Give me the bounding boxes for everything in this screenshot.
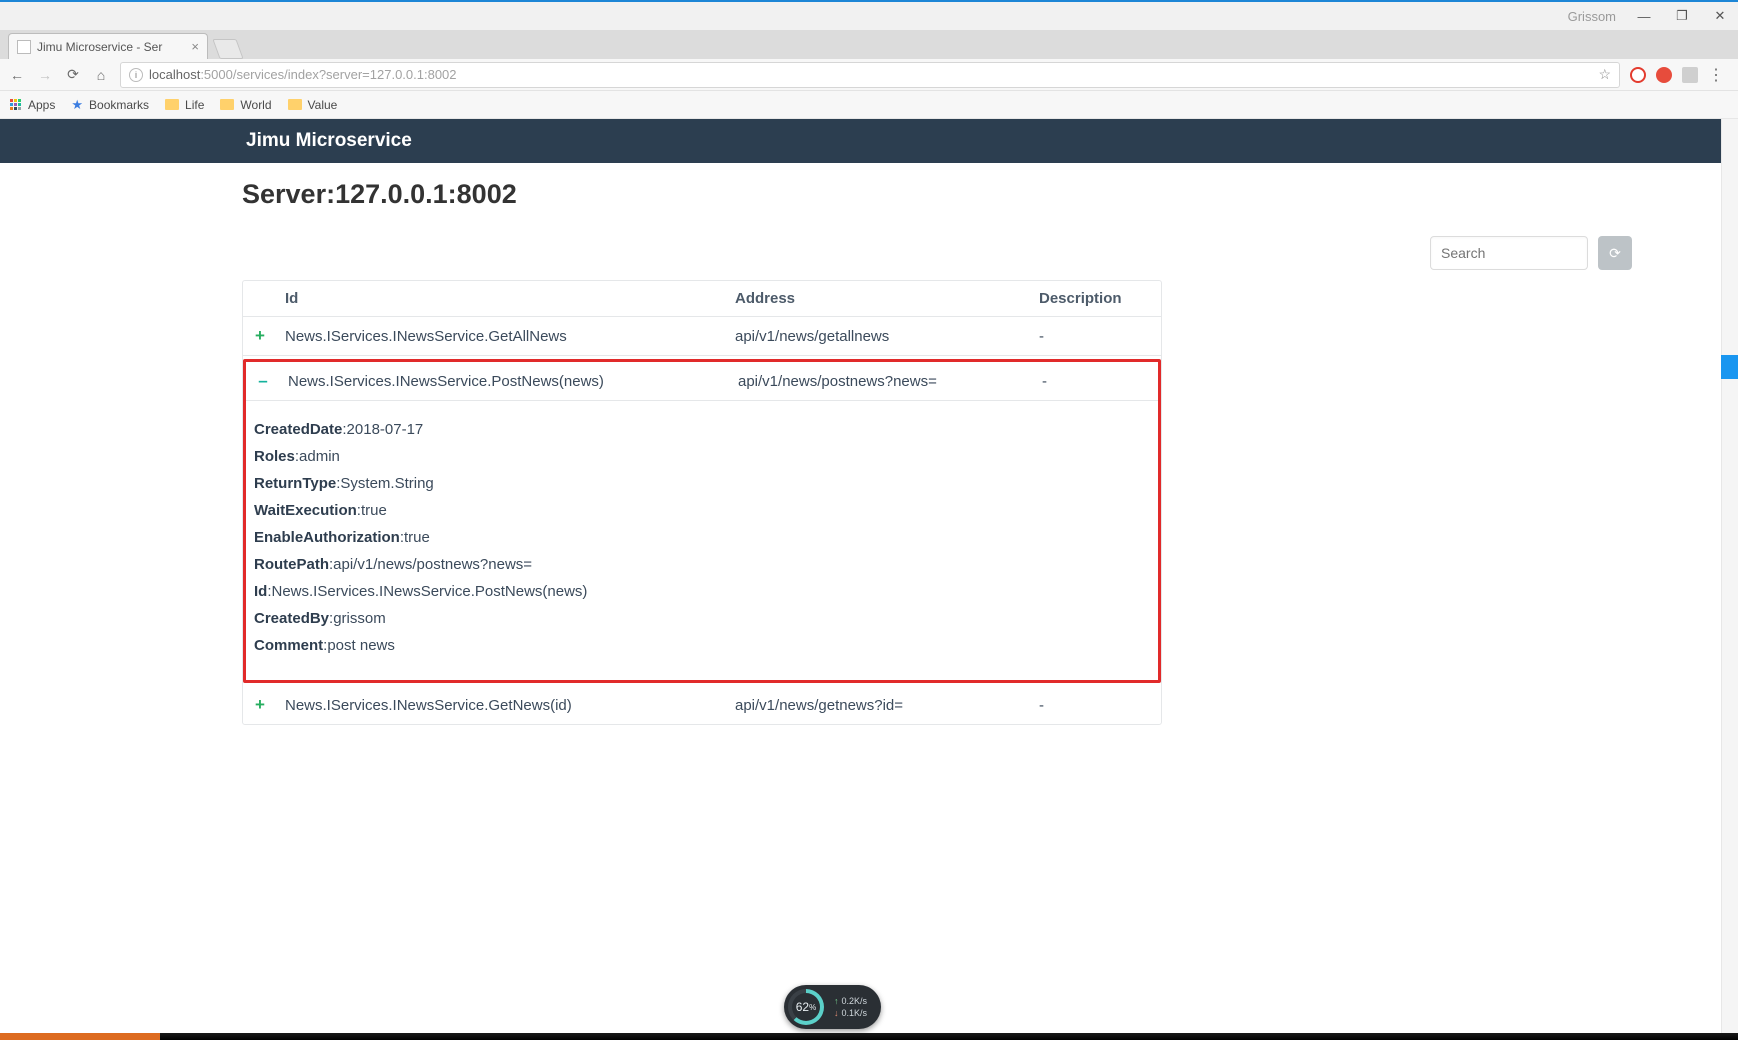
detail-line: EnableAuthorization:true: [254, 529, 1150, 546]
collapse-button[interactable]: –: [246, 362, 280, 400]
expand-button[interactable]: +: [243, 686, 277, 724]
cell-id: News.IServices.INewsService.PostNews(new…: [280, 364, 730, 399]
os-title-bar: Grissom — ❐ ✕: [0, 2, 1738, 30]
search-input[interactable]: [1430, 236, 1588, 270]
extension-icon[interactable]: [1656, 67, 1672, 83]
bookmarks-shortcut[interactable]: ★ Bookmarks: [71, 97, 149, 113]
window-close-button[interactable]: ✕: [1710, 8, 1730, 24]
detail-line: Id:News.IServices.INewsService.PostNews(…: [254, 583, 1150, 600]
cell-desc: -: [1031, 319, 1161, 354]
detail-line: RoutePath:api/v1/news/postnews?news=: [254, 556, 1150, 573]
new-tab-button[interactable]: [212, 39, 243, 59]
tab-close-button[interactable]: ×: [191, 39, 199, 54]
bookmark-star-icon[interactable]: ☆: [1598, 66, 1611, 83]
tab-title: Jimu Microservice - Ser: [37, 40, 185, 54]
extension-icons: ⋮: [1630, 65, 1730, 85]
refresh-icon: ⟳: [1609, 245, 1621, 262]
browser-toolbar: ← → ⟳ ⌂ i localhost:5000/services/index?…: [0, 59, 1738, 91]
apps-shortcut[interactable]: Apps: [10, 98, 55, 112]
url-text: localhost:5000/services/index?server=127…: [149, 67, 1592, 82]
cell-id: News.IServices.INewsService.GetNews(id): [277, 688, 727, 723]
address-bar[interactable]: i localhost:5000/services/index?server=1…: [120, 62, 1620, 88]
extension-icon[interactable]: [1682, 67, 1698, 83]
folder-icon: [220, 99, 234, 110]
page-heading: Server:127.0.0.1:8002: [242, 179, 1638, 210]
detail-line: CreatedDate:2018-07-17: [254, 421, 1150, 438]
highlighted-region: – News.IServices.INewsService.PostNews(n…: [243, 359, 1161, 683]
detail-line: WaitExecution:true: [254, 502, 1150, 519]
cell-address: api/v1/news/postnews?news=: [730, 364, 1034, 399]
net-rates: 0.2K/s 0.1K/s: [834, 995, 867, 1019]
nav-back-button[interactable]: ←: [8, 67, 26, 83]
nav-home-button[interactable]: ⌂: [92, 67, 110, 83]
table-row: + News.IServices.INewsService.GetAllNews…: [243, 317, 1161, 356]
browser-menu-button[interactable]: ⋮: [1708, 65, 1724, 85]
services-table: Id Address Description + News.IServices.…: [242, 280, 1162, 725]
bookmark-folder-life[interactable]: Life: [165, 98, 204, 112]
table-row: + News.IServices.INewsService.GetNews(id…: [243, 686, 1161, 724]
window-maximize-button[interactable]: ❐: [1672, 8, 1692, 24]
site-info-icon[interactable]: i: [129, 68, 143, 82]
apps-grid-icon: [10, 99, 22, 111]
cell-address: api/v1/news/getallnews: [727, 319, 1031, 354]
bookmarks-bar: Apps ★ Bookmarks Life World Value: [0, 91, 1738, 119]
cell-address: api/v1/news/getnews?id=: [727, 688, 1031, 723]
app-header: Jimu Microservice: [0, 119, 1738, 163]
expand-button[interactable]: +: [243, 317, 277, 355]
nav-forward-button: →: [36, 67, 54, 83]
app-title: Jimu Microservice: [246, 130, 412, 152]
scrollbar[interactable]: [1721, 119, 1738, 1033]
os-user: Grissom: [1568, 9, 1616, 24]
detail-line: CreatedBy:grissom: [254, 610, 1150, 627]
table-row: – News.IServices.INewsService.PostNews(n…: [246, 362, 1158, 401]
page-viewport: Jimu Microservice Server:127.0.0.1:8002 …: [0, 119, 1738, 1033]
col-description: Description: [1031, 281, 1161, 316]
browser-tab-strip: Jimu Microservice - Ser ×: [0, 30, 1738, 59]
folder-icon: [165, 99, 179, 110]
cpu-ring-icon: 62%: [788, 989, 824, 1025]
cell-desc: -: [1034, 364, 1164, 399]
performance-widget[interactable]: 62% 0.2K/s 0.1K/s: [784, 985, 881, 1029]
cell-desc: -: [1031, 688, 1161, 723]
col-id: Id: [277, 281, 727, 316]
star-icon: ★: [71, 97, 83, 113]
bookmark-folder-world[interactable]: World: [220, 98, 271, 112]
detail-line: Comment:post news: [254, 637, 1150, 654]
col-address: Address: [727, 281, 1031, 316]
cell-id: News.IServices.INewsService.GetAllNews: [277, 319, 727, 354]
page-favicon-icon: [17, 40, 31, 54]
window-minimize-button[interactable]: —: [1634, 9, 1654, 24]
nav-reload-button[interactable]: ⟳: [64, 66, 82, 83]
detail-line: Roles:admin: [254, 448, 1150, 465]
bookmark-folder-value[interactable]: Value: [288, 98, 338, 112]
refresh-button[interactable]: ⟳: [1598, 236, 1632, 270]
detail-line: ReturnType:System.String: [254, 475, 1150, 492]
table-header: Id Address Description: [243, 281, 1161, 317]
row-details: CreatedDate:2018-07-17 Roles:admin Retur…: [246, 401, 1158, 680]
extension-icon[interactable]: [1630, 67, 1646, 83]
folder-icon: [288, 99, 302, 110]
browser-tab-active[interactable]: Jimu Microservice - Ser ×: [8, 33, 208, 59]
os-taskbar[interactable]: [0, 1033, 1738, 1040]
